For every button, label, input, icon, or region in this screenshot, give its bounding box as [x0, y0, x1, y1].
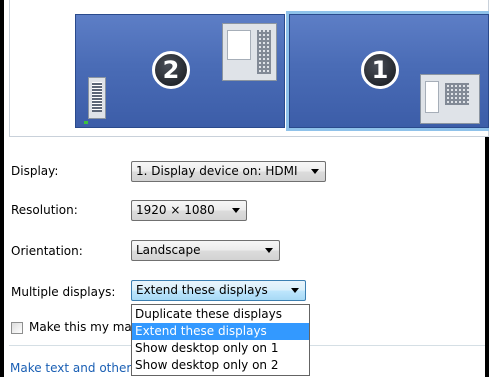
orientation-select[interactable]: Landscape [131, 240, 280, 261]
dropdown-option-only-1[interactable]: Show desktop only on 1 [132, 340, 309, 357]
chevron-down-icon [291, 288, 299, 293]
chevron-down-icon [311, 169, 319, 174]
display-label: Display: [11, 164, 59, 178]
document-lines [92, 82, 102, 112]
multiple-displays-label: Multiple displays: [11, 285, 116, 299]
taskbar-icon [84, 121, 88, 124]
main-display-checkbox[interactable] [11, 322, 23, 334]
window-thumbnail-icon [420, 74, 480, 124]
main-display-checkbox-label: Make this my ma [29, 320, 132, 334]
chevron-down-icon [265, 248, 273, 253]
monitor-number-badge: 1 [361, 51, 399, 89]
monitor-number-badge: 2 [152, 51, 190, 89]
document-thumbnail-icon [88, 77, 106, 119]
window-grid-icon [257, 30, 271, 74]
orientation-label: Orientation: [11, 244, 83, 258]
dropdown-option-extend[interactable]: Extend these displays [132, 323, 309, 340]
orientation-select-value: Landscape [136, 243, 201, 257]
resolution-select-value: 1920 × 1080 [136, 203, 215, 217]
dropdown-option-only-2[interactable]: Show desktop only on 2 [132, 357, 309, 374]
multiple-displays-dropdown-list: Duplicate these displays Extend these di… [131, 304, 310, 376]
display-select-value: 1. Display device on: HDMI [136, 164, 298, 178]
advanced-text-link[interactable]: Make text and other [10, 361, 131, 375]
display-select[interactable]: 1. Display device on: HDMI [131, 161, 326, 182]
multiple-displays-select[interactable]: Extend these displays [131, 280, 306, 301]
resolution-label: Resolution: [11, 203, 78, 217]
monitor-2[interactable]: 2 [75, 14, 285, 128]
window-pane [227, 30, 251, 60]
chevron-down-icon [232, 208, 240, 213]
window-pane [425, 81, 439, 113]
window-edge-left [0, 0, 4, 377]
window-grid-icon [445, 83, 469, 105]
multiple-displays-select-value: Extend these displays [136, 283, 268, 297]
dropdown-option-duplicate[interactable]: Duplicate these displays [132, 306, 309, 323]
monitor-1[interactable]: 1 [289, 14, 489, 128]
window-thumbnail-icon [222, 23, 277, 81]
display-arrangement-preview: 2 1 [9, 0, 489, 137]
resolution-select[interactable]: 1920 × 1080 [131, 200, 247, 221]
